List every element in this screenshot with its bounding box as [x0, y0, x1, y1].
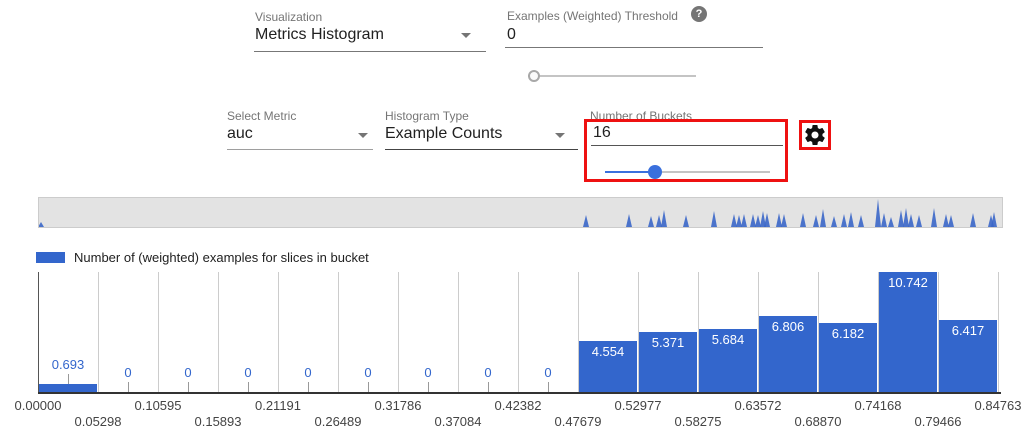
x-axis-label: 0.63572	[718, 398, 798, 413]
bar-annotation-stem	[548, 382, 549, 392]
bar-value-label: 0	[278, 365, 338, 380]
x-axis-label: 0.42382	[478, 398, 558, 413]
x-axis-label: 0.21191	[238, 398, 318, 413]
x-axis-label: 0.37084	[418, 414, 498, 429]
x-axis-label: 0.10595	[118, 398, 198, 413]
bar-value-label: 6.417	[938, 323, 998, 338]
x-axis-label: 0.31786	[358, 398, 438, 413]
histogram-bar[interactable]	[39, 384, 97, 392]
x-axis-line	[38, 392, 1001, 394]
bar-annotation-stem	[428, 382, 429, 392]
bar-value-label: 10.742	[878, 275, 938, 290]
bar-value-label: 5.371	[638, 335, 698, 350]
bar-annotation-stem	[68, 374, 69, 384]
x-axis-label: 0.84763	[958, 398, 1024, 413]
x-axis-label: 0.15893	[178, 414, 258, 429]
x-axis-label: 0.47679	[538, 414, 618, 429]
histogram-chart: 0.693000000004.5545.3715.6846.8066.18210…	[0, 0, 1024, 432]
bar-value-label: 6.182	[818, 326, 878, 341]
x-axis-label: 0.79466	[898, 414, 978, 429]
x-axis-label: 0.74168	[838, 398, 918, 413]
bar-value-label: 0	[458, 365, 518, 380]
histogram-bar[interactable]	[879, 272, 937, 392]
bar-value-label: 0.693	[38, 357, 98, 372]
bar-annotation-stem	[248, 382, 249, 392]
bar-value-label: 0	[518, 365, 578, 380]
x-axis-label: 0.58275	[658, 414, 738, 429]
bar-value-label: 5.684	[698, 332, 758, 347]
x-axis-label: 0.68870	[778, 414, 858, 429]
bar-annotation-stem	[128, 382, 129, 392]
metrics-histogram-panel: Visualization Metrics Histogram Examples…	[0, 0, 1024, 432]
bar-annotation-stem	[368, 382, 369, 392]
x-axis-label: 0.00000	[0, 398, 78, 413]
gridline	[998, 272, 999, 392]
bar-value-label: 0	[158, 365, 218, 380]
bar-annotation-stem	[308, 382, 309, 392]
bar-value-label: 0	[398, 365, 458, 380]
bar-annotation-stem	[488, 382, 489, 392]
bar-annotation-stem	[188, 382, 189, 392]
y-axis-line	[38, 272, 39, 392]
bar-value-label: 0	[98, 365, 158, 380]
x-axis-label: 0.26489	[298, 414, 378, 429]
x-axis-label: 0.52977	[598, 398, 678, 413]
bar-value-label: 6.806	[758, 319, 818, 334]
bar-value-label: 4.554	[578, 344, 638, 359]
bar-value-label: 0	[218, 365, 278, 380]
bar-value-label: 0	[338, 365, 398, 380]
x-axis-label: 0.05298	[58, 414, 138, 429]
